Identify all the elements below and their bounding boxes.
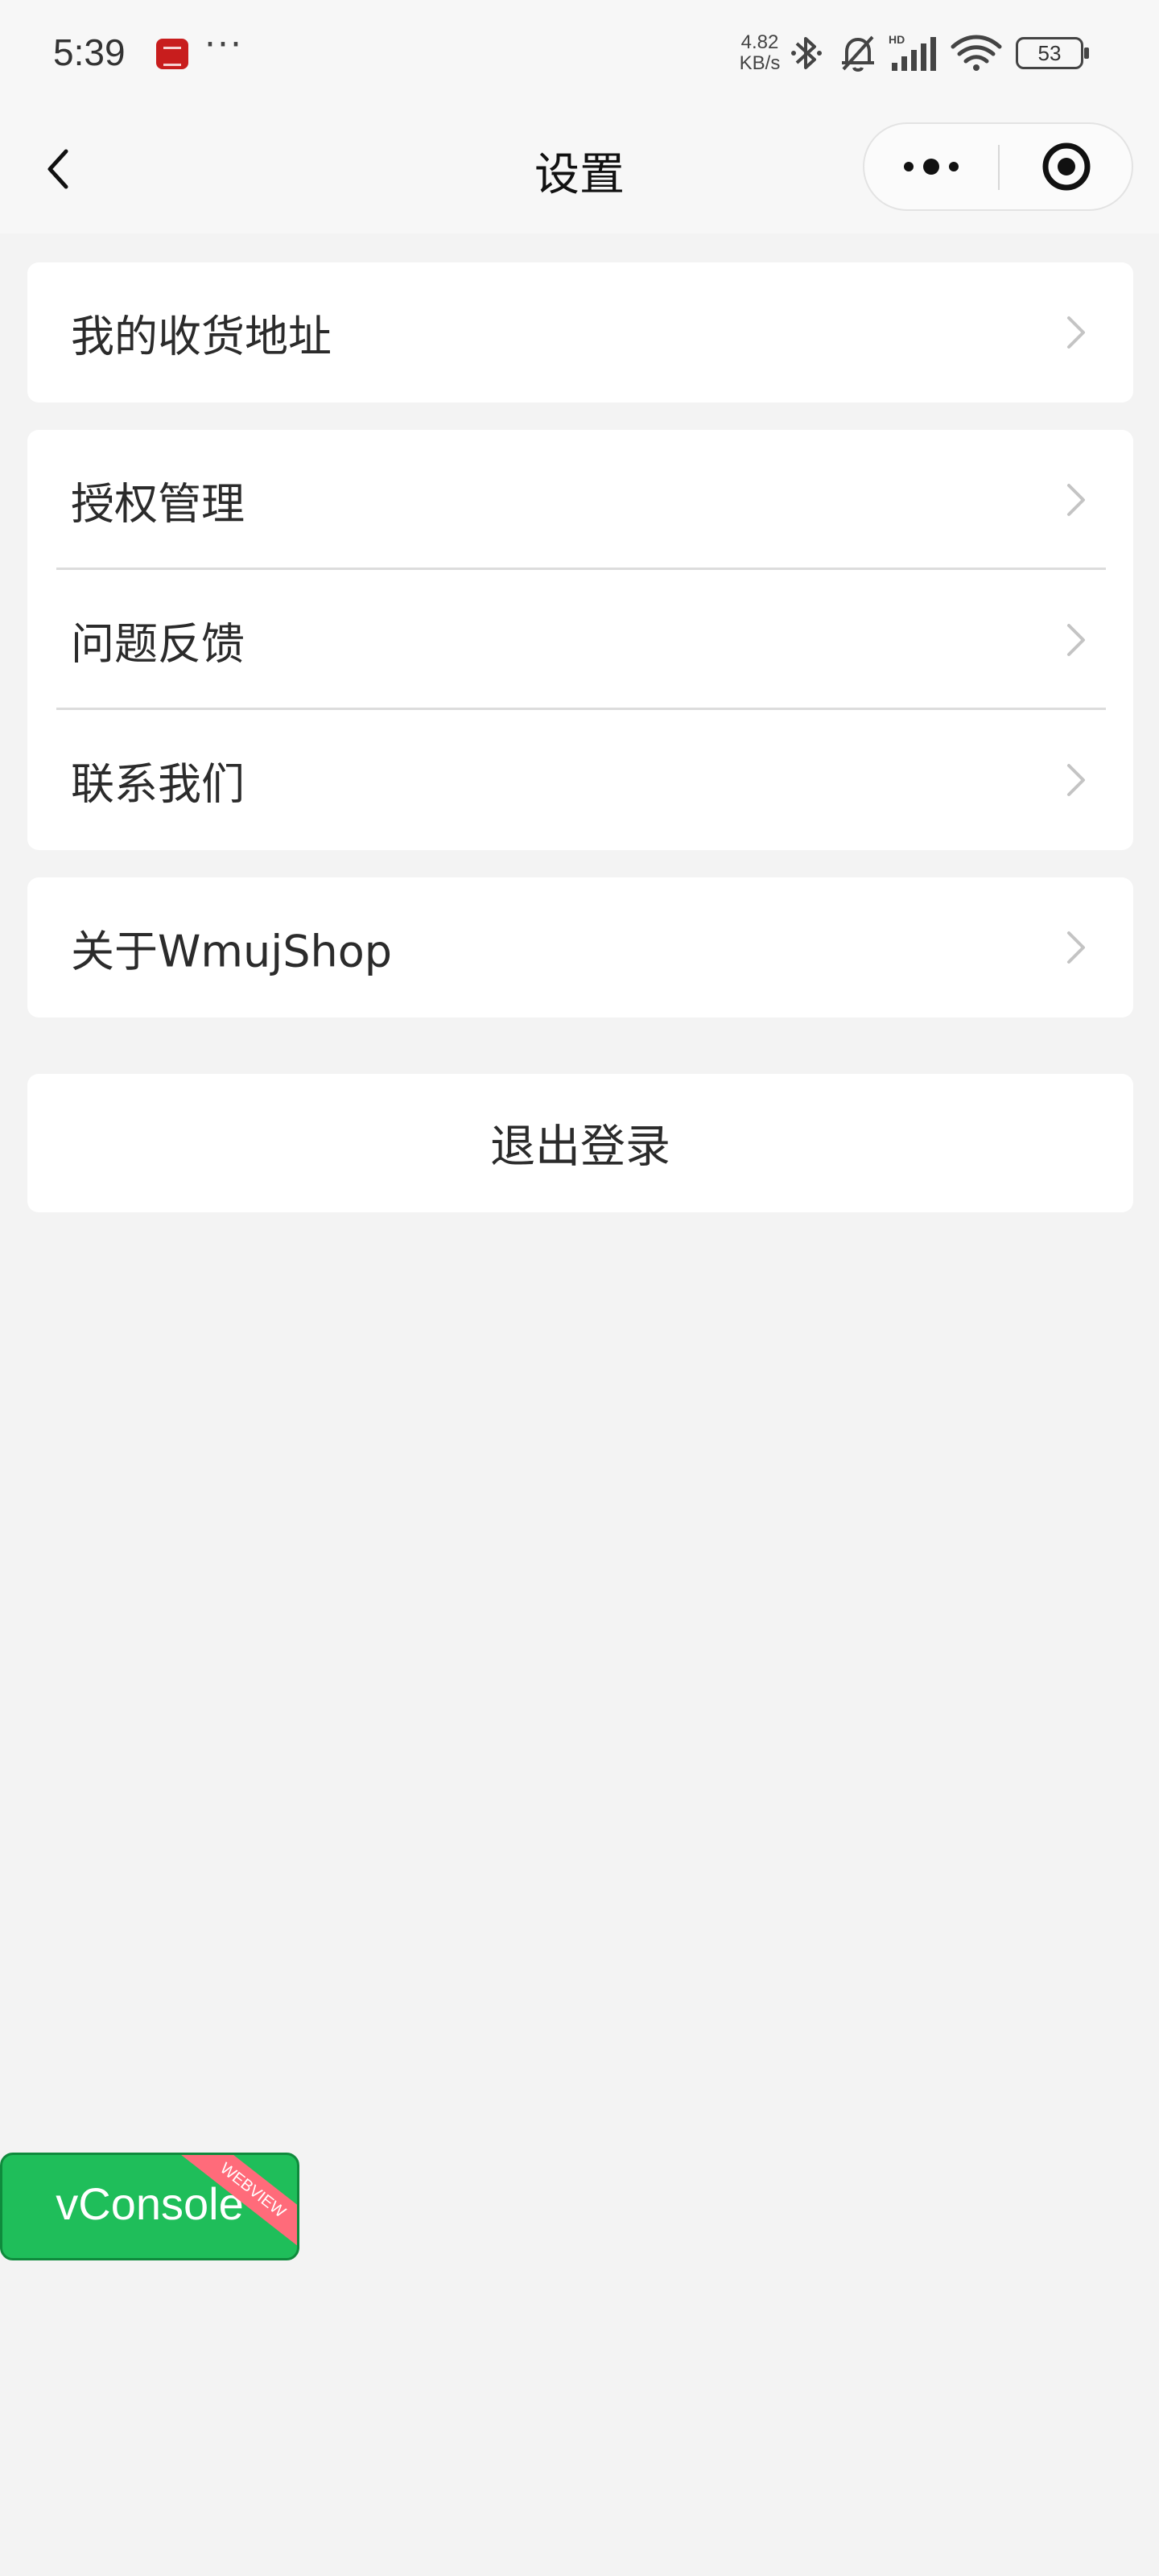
network-speed-value: 4.82 [740, 31, 779, 53]
row-label: 问题反馈 [71, 618, 245, 670]
signal-hd-tag: HD [889, 33, 905, 46]
row-label: 授权管理 [71, 478, 245, 530]
more-notifications-indicator: ··· [204, 24, 243, 65]
chevron-right-icon [1067, 316, 1085, 349]
settings-group-misc: 授权管理 问题反馈 联系我们 [27, 430, 1133, 850]
settings-row-feedback[interactable]: 问题反馈 [27, 570, 1133, 710]
battery-icon: 53 [1016, 37, 1089, 69]
row-label: 联系我们 [71, 758, 245, 810]
status-bar: 5:39 ··· 4.82 KB/s HD 53 [0, 0, 1159, 105]
cell-signal-icon: HD [889, 33, 936, 71]
chevron-right-icon [1067, 624, 1085, 656]
network-speed-unit: KB/s [739, 52, 781, 74]
target-circle-icon[interactable] [1000, 124, 1133, 209]
settings-row-shipping-address[interactable]: 我的收货地址 [27, 262, 1133, 402]
settings-row-about[interactable]: 关于WmujShop [27, 877, 1133, 1018]
wifi-icon [951, 35, 1002, 71]
bell-off-icon [842, 35, 874, 72]
mini-program-capsule [863, 122, 1133, 211]
vconsole-button[interactable]: vConsole WEBVIEW [0, 2153, 299, 2260]
logout-label: 退出登录 [490, 1121, 670, 1174]
network-speed: 4.82 KB/s [728, 32, 792, 74]
logout-button[interactable]: 退出登录 [27, 1074, 1133, 1212]
navigation-bar: 设置 [0, 105, 1159, 233]
bluetooth-icon [791, 37, 822, 69]
chevron-right-icon [1067, 484, 1085, 516]
chevron-right-icon [1067, 931, 1085, 964]
settings-group-about: 关于WmujShop [27, 877, 1133, 1018]
row-label: 关于WmujShop [71, 926, 393, 977]
app-notification-icon [156, 39, 188, 69]
more-dots-icon[interactable] [864, 124, 998, 209]
row-label: 我的收货地址 [71, 311, 332, 362]
settings-row-contact-us[interactable]: 联系我们 [27, 710, 1133, 850]
chevron-right-icon [1067, 764, 1085, 796]
settings-group-address: 我的收货地址 [27, 262, 1133, 402]
settings-row-authorization[interactable]: 授权管理 [27, 430, 1133, 570]
status-time: 5:39 [53, 31, 126, 73]
